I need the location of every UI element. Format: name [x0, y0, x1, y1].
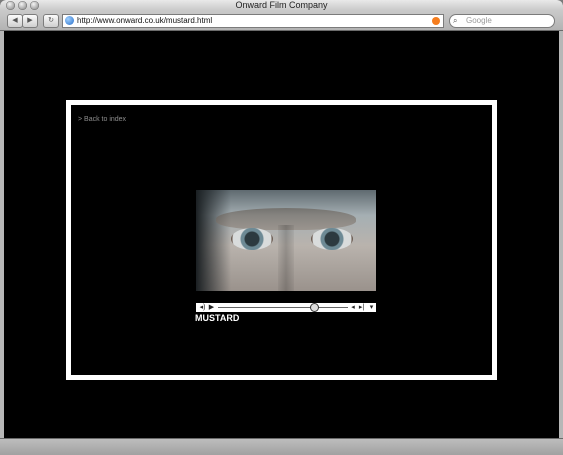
mute-icon[interactable]: ◂ — [349, 303, 357, 312]
reload-button[interactable]: ↻ — [43, 14, 59, 28]
video-player[interactable] — [196, 190, 376, 291]
search-icon: ⌕ — [453, 16, 458, 25]
chevron-down-icon[interactable]: ▾ — [367, 303, 376, 312]
video-left-eye — [231, 228, 273, 250]
back-to-index-link[interactable]: > Back to index — [78, 116, 126, 123]
browser-window: Onward Film Company ◀ ▶ ↻ http://www.onw… — [0, 0, 563, 455]
speaker-icon[interactable]: ◂) — [198, 303, 207, 312]
url-text[interactable]: http://www.onward.co.uk/mustard.html — [77, 15, 212, 27]
title-bar: Onward Film Company — [0, 0, 563, 11]
address-bar[interactable]: http://www.onward.co.uk/mustard.html — [62, 14, 444, 28]
video-right-eye — [311, 228, 353, 250]
back-arrow-icon: ◀ — [12, 17, 18, 24]
window-title: Onward Film Company — [235, 0, 328, 10]
video-title: MUSTARD — [195, 313, 240, 323]
search-field[interactable]: ⌕ Google — [449, 14, 555, 28]
browser-toolbar: ◀ ▶ ↻ http://www.onward.co.uk/mustard.ht… — [0, 11, 563, 31]
video-controls: ◂) ▶ ◂ ▸| ▾ — [196, 303, 376, 312]
play-icon[interactable]: ▶ — [207, 303, 216, 312]
rss-icon[interactable] — [432, 17, 440, 25]
forward-arrow-icon: ▶ — [27, 17, 33, 24]
reload-icon: ↻ — [48, 17, 54, 24]
back-button[interactable]: ◀ — [7, 14, 23, 28]
content-frame: > Back to index ◂) ▶ ◂ ▸| ▾ MUSTARD — [66, 100, 497, 380]
step-icon[interactable]: ▸| — [357, 303, 366, 312]
status-bar — [0, 438, 563, 455]
progress-knob[interactable] — [310, 303, 320, 312]
video-nose — [278, 225, 294, 291]
window-right-edge — [559, 31, 563, 438]
search-placeholder: Google — [466, 16, 492, 25]
globe-icon — [65, 16, 74, 25]
content-panel: > Back to index ◂) ▶ ◂ ▸| ▾ MUSTARD — [71, 105, 492, 375]
forward-button[interactable]: ▶ — [22, 14, 38, 28]
progress-track[interactable] — [218, 307, 348, 308]
video-shadow — [196, 190, 231, 291]
